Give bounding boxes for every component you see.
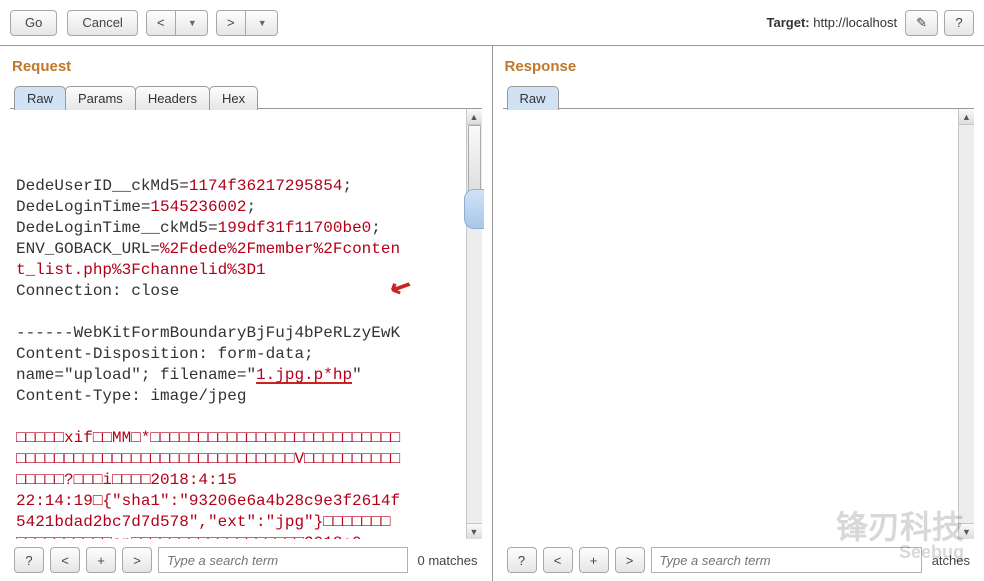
scroll-thumb[interactable]	[468, 125, 481, 225]
target-url: http://localhost	[813, 15, 897, 30]
history-prev-group: < ▼	[146, 10, 208, 36]
prev-button[interactable]: <	[146, 10, 176, 36]
search-add-button[interactable]: +	[579, 547, 609, 573]
tab-raw-response[interactable]: Raw	[507, 86, 559, 110]
search-next-button[interactable]: >	[122, 547, 152, 573]
next-dropdown[interactable]: ▼	[246, 10, 278, 36]
target-label: Target:	[767, 15, 810, 30]
scroll-down-icon[interactable]: ▼	[959, 523, 974, 539]
search-input[interactable]	[651, 547, 922, 573]
search-add-button[interactable]: +	[86, 547, 116, 573]
request-editor[interactable]: ↙ DedeUserID__ckMd5=1174f36217295854;Ded…	[10, 109, 466, 539]
pencil-icon: ✎	[916, 15, 927, 31]
response-editor[interactable]	[503, 109, 959, 539]
cancel-button[interactable]: Cancel	[67, 10, 137, 36]
scrollbar[interactable]: ▲ ▼	[466, 109, 482, 539]
tab-raw[interactable]: Raw	[14, 86, 66, 110]
search-matches: 0 matches	[418, 553, 478, 568]
request-heading: Request	[12, 58, 482, 75]
go-button[interactable]: Go	[10, 10, 57, 36]
target-label-wrap: Target: http://localhost	[767, 15, 898, 30]
tab-params[interactable]: Params	[65, 86, 136, 110]
edit-target-button[interactable]: ✎	[905, 10, 938, 36]
scroll-up-icon[interactable]: ▲	[467, 109, 482, 125]
response-tabs: Raw	[507, 85, 975, 109]
request-search-bar: ? < + > 0 matches	[10, 539, 482, 581]
response-search-bar: ? < + > atches	[503, 539, 975, 581]
scroll-up-icon[interactable]: ▲	[959, 109, 974, 125]
search-help-button[interactable]: ?	[14, 547, 44, 573]
next-button[interactable]: >	[216, 10, 246, 36]
search-help-button[interactable]: ?	[507, 547, 537, 573]
request-pane: Request Raw Params Headers Hex ↙ DedeUse…	[0, 46, 493, 581]
help-icon: ?	[955, 15, 962, 30]
search-input[interactable]	[158, 547, 408, 573]
search-prev-button[interactable]: <	[50, 547, 80, 573]
response-heading: Response	[505, 58, 975, 75]
search-matches-partial: atches	[932, 553, 970, 568]
prev-dropdown[interactable]: ▼	[176, 10, 208, 36]
scrollbar[interactable]: ▲ ▼	[958, 109, 974, 539]
request-tabs: Raw Params Headers Hex	[14, 85, 482, 109]
response-pane: Response Raw ▲ ▼ ? < + > atches 锋刃科技 See…	[493, 46, 984, 581]
toolbar: Go Cancel < ▼ > ▼ Target: http://localho…	[0, 0, 984, 46]
chevron-down-icon: ▼	[258, 18, 267, 28]
scroll-down-icon[interactable]: ▼	[467, 523, 482, 539]
history-next-group: > ▼	[216, 10, 278, 36]
tab-hex[interactable]: Hex	[209, 86, 258, 110]
search-prev-button[interactable]: <	[543, 547, 573, 573]
chevron-down-icon: ▼	[188, 18, 197, 28]
search-next-button[interactable]: >	[615, 547, 645, 573]
tab-headers[interactable]: Headers	[135, 86, 210, 110]
help-button[interactable]: ?	[944, 10, 974, 36]
